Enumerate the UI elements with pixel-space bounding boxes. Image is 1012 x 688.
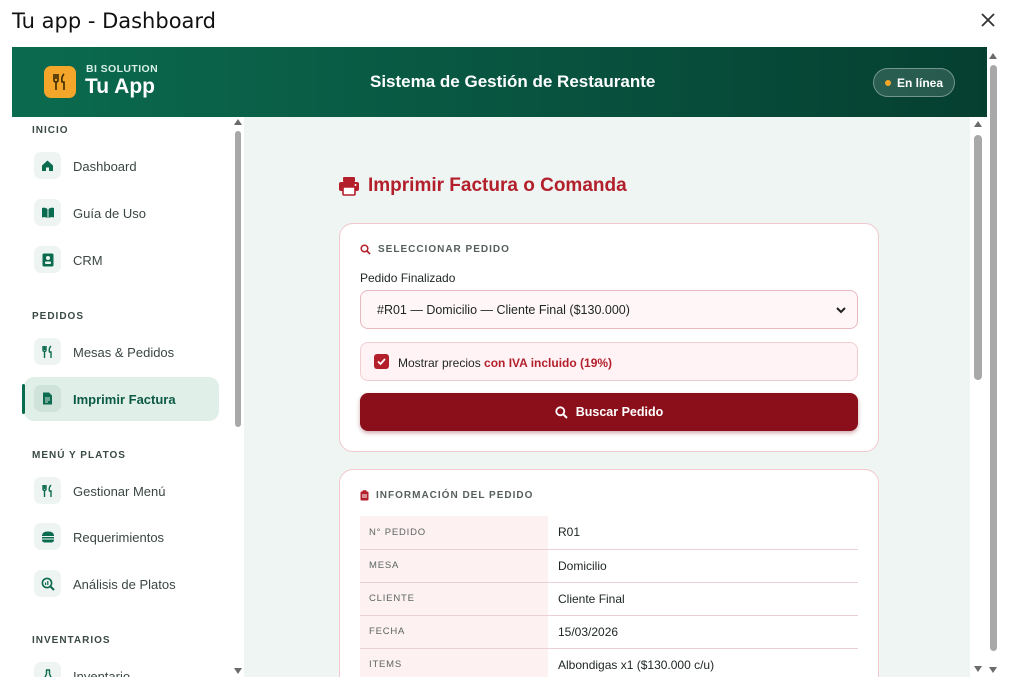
sidebar-item-label: Mesas & Pedidos (73, 344, 175, 360)
order-select-value: #R01 — Domicilio — Cliente Final ($130.0… (377, 303, 630, 317)
sidebar-scrollbar[interactable] (232, 117, 244, 677)
brand-subtitle: BI SOLUTION (86, 63, 159, 75)
app-frame: BI SOLUTION Tu App Sistema de Gestión de… (12, 47, 987, 677)
scroll-down-icon[interactable] (974, 666, 982, 672)
page-title-text: Imprimir Factura o Comanda (368, 175, 627, 196)
sidebar-section-title: PEDIDOS (32, 311, 85, 322)
sidebar-item-analisis-platos[interactable]: Análisis de Platos (24, 562, 219, 606)
search-chart-icon (34, 570, 61, 597)
info-value: R01 (548, 516, 858, 550)
card-heading-text: INFORMACIÓN DEL PEDIDO (376, 490, 534, 501)
order-info-card: INFORMACIÓN DEL PEDIDO N° PEDIDO R01 MES… (339, 469, 879, 677)
card-heading-text: SELECCIONAR PEDIDO (378, 244, 510, 255)
sidebar-item-label: Requerimientos (73, 529, 165, 545)
checkmark-icon (377, 358, 386, 366)
system-title: Sistema de Gestión de Restaurante (370, 72, 656, 91)
window-titlebar: Tu app - Dashboard (0, 0, 1012, 44)
sidebar-section-title: MENÚ Y PLATOS (32, 450, 126, 461)
card-heading: INFORMACIÓN DEL PEDIDO (360, 490, 533, 501)
search-order-button-label: Buscar Pedido (575, 405, 664, 419)
active-indicator (22, 384, 25, 414)
scroll-up-icon[interactable] (234, 119, 242, 125)
sidebar-scroll-thumb[interactable] (235, 131, 241, 427)
status-badge: En línea (873, 68, 955, 97)
order-field-label: Pedido Finalizado (360, 271, 456, 285)
scroll-down-icon[interactable] (989, 667, 997, 673)
sidebar-item-crm[interactable]: CRM (24, 238, 219, 282)
sidebar-item-guia[interactable]: Guía de Uso (24, 191, 219, 235)
search-icon (555, 405, 568, 419)
iva-label-text: Mostrar precios (398, 356, 485, 370)
sidebar-section-title: INICIO (32, 125, 69, 136)
sidebar-item-inventario[interactable]: Inventario (24, 654, 219, 677)
info-key: N° PEDIDO (360, 516, 548, 550)
utensils-logo-icon (44, 66, 76, 98)
brand-name: Tu App (85, 75, 155, 98)
sidebar-item-label: Análisis de Platos (73, 576, 176, 592)
close-icon[interactable] (978, 10, 998, 30)
table-row: CLIENTE Cliente Final (360, 582, 858, 616)
book-icon (34, 199, 61, 226)
clipboard-icon (360, 490, 369, 501)
main-scroll-thumb[interactable] (974, 135, 982, 380)
sidebar: INICIO Dashboard Guía de Uso CRM PEDIDOS… (12, 117, 244, 677)
iva-label-highlight: con IVA incluido (19%) (484, 356, 613, 370)
printer-icon (339, 177, 359, 196)
burger-icon (34, 523, 61, 550)
scroll-up-icon[interactable] (989, 53, 997, 59)
sidebar-item-gestionar-menu[interactable]: Gestionar Menú (24, 469, 219, 513)
sidebar-item-label: Gestionar Menú (73, 483, 166, 499)
info-key: FECHA (360, 615, 548, 649)
select-order-card: SELECCIONAR PEDIDO Pedido Finalizado #R0… (339, 223, 879, 452)
receipt-icon (34, 385, 61, 412)
info-key: ITEMS (360, 648, 548, 677)
table-row: ITEMS Albondigas x1 ($130.000 c/u) (360, 648, 858, 677)
card-heading: SELECCIONAR PEDIDO (360, 244, 510, 255)
sidebar-item-label: CRM (73, 252, 103, 268)
window-scrollbar[interactable] (987, 47, 1000, 677)
status-label: En línea (896, 75, 943, 90)
sidebar-item-mesas[interactable]: Mesas & Pedidos (24, 330, 219, 374)
table-row: N° PEDIDO R01 (360, 516, 858, 550)
utensils-icon (34, 477, 61, 504)
iva-checkbox[interactable] (374, 354, 389, 369)
window-title: Tu app - Dashboard (12, 9, 217, 33)
app-header: BI SOLUTION Tu App Sistema de Gestión de… (12, 47, 987, 117)
main-scrollbar[interactable] (970, 117, 987, 677)
info-key: MESA (360, 549, 548, 583)
iva-checkbox-label: Mostrar precios con IVA incluido (19%) (398, 356, 612, 370)
sidebar-item-dashboard[interactable]: Dashboard (24, 144, 219, 188)
search-icon (360, 244, 371, 255)
status-dot-icon (884, 79, 891, 86)
info-key: CLIENTE (360, 582, 548, 616)
sidebar-item-requerimientos[interactable]: Requerimientos (24, 515, 219, 559)
page-title: Imprimir Factura o Comanda (338, 175, 627, 197)
chevron-down-icon (836, 307, 846, 314)
info-value: 15/03/2026 (548, 615, 858, 649)
info-value: Albondigas x1 ($130.000 c/u) (548, 648, 858, 677)
sidebar-item-label: Guía de Uso (73, 205, 146, 221)
table-row: MESA Domicilio (360, 549, 858, 583)
order-select[interactable]: #R01 — Domicilio — Cliente Final ($130.0… (360, 290, 858, 329)
order-info-table: N° PEDIDO R01 MESA Domicilio CLIENTE Cli… (360, 516, 858, 677)
sidebar-item-imprimir-factura[interactable]: Imprimir Factura (24, 377, 219, 421)
flask-icon (34, 662, 61, 677)
info-value: Domicilio (548, 549, 858, 583)
sidebar-item-label: Inventario (73, 668, 131, 678)
sidebar-item-label: Imprimir Factura (73, 391, 176, 407)
iva-option: Mostrar precios con IVA incluido (19%) (360, 342, 858, 381)
info-value: Cliente Final (548, 582, 858, 616)
scroll-down-icon[interactable] (234, 668, 242, 674)
table-row: FECHA 15/03/2026 (360, 615, 858, 649)
search-order-button[interactable]: Buscar Pedido (360, 393, 858, 431)
main-content: Imprimir Factura o Comanda SELECCIONAR P… (244, 117, 970, 677)
contact-card-icon (34, 246, 61, 273)
utensils-icon (34, 338, 61, 365)
home-icon (34, 152, 61, 179)
window-scroll-thumb[interactable] (990, 65, 997, 651)
sidebar-section-title: INVENTARIOS (32, 635, 111, 646)
sidebar-item-label: Dashboard (73, 158, 137, 174)
scroll-up-icon[interactable] (974, 121, 982, 127)
